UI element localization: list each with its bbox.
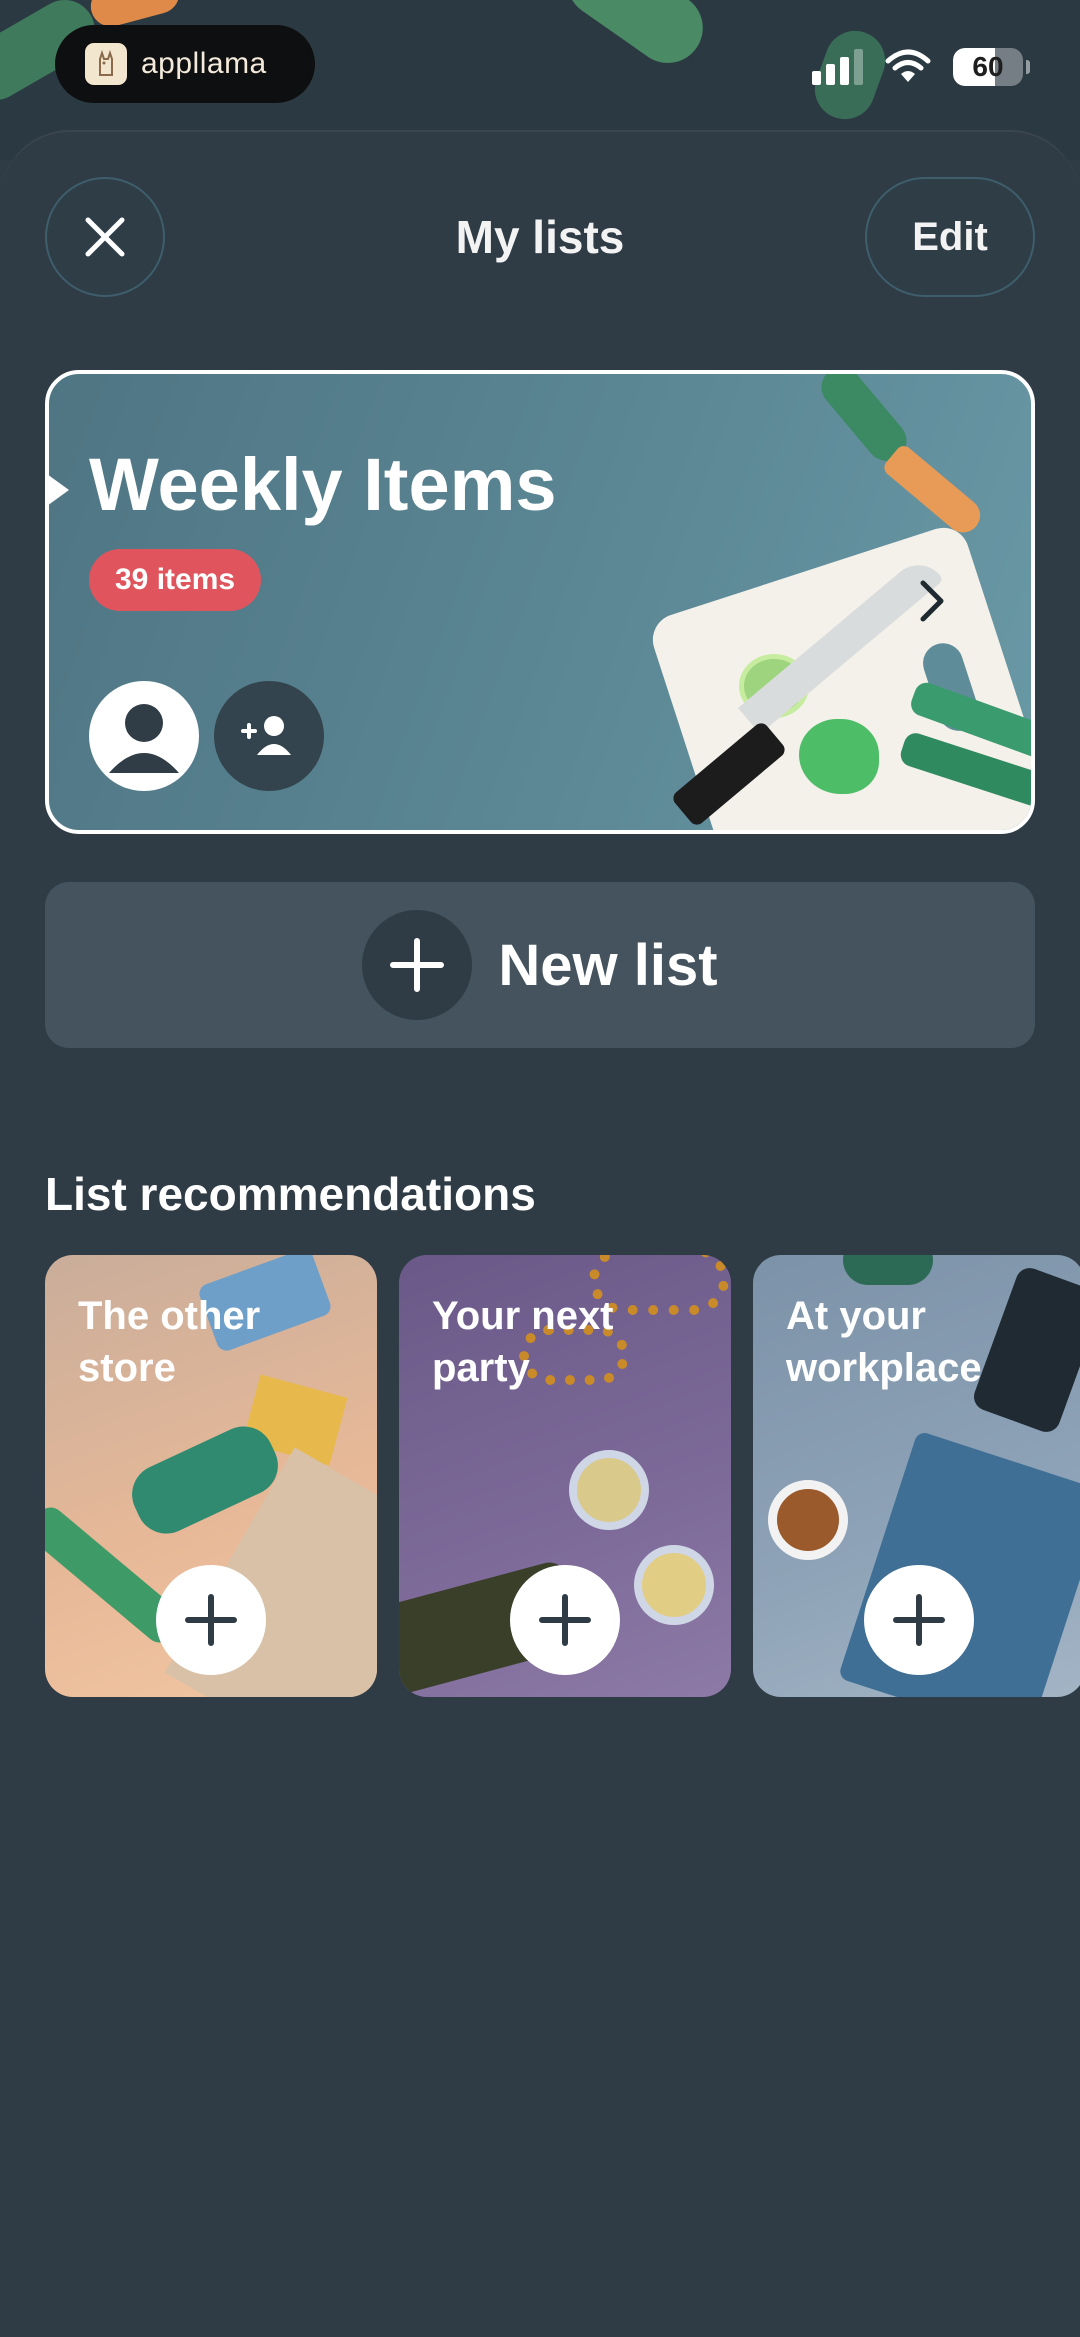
plus-icon — [539, 1594, 591, 1646]
add-recommendation-button[interactable] — [864, 1565, 974, 1675]
leek-illustration — [553, 0, 717, 77]
recommendation-card-next-party[interactable]: Your next party — [399, 1255, 731, 1697]
status-icons: 60 — [812, 48, 1030, 86]
carrot-illustration — [880, 442, 988, 540]
appllama-logo-icon — [85, 43, 127, 85]
plus-icon — [185, 1594, 237, 1646]
battery-icon: 60 — [953, 48, 1023, 86]
island-app-name: appllama — [141, 47, 267, 80]
app-screen: appllama 60 My lists Edit Weekly Items 3… — [0, 0, 1080, 2337]
glass-illustration — [634, 1545, 714, 1625]
new-list-button[interactable]: New list — [45, 882, 1035, 1048]
coffee-cup-illustration — [768, 1480, 848, 1560]
plus-icon-container — [362, 910, 473, 1020]
list-card-weekly-items[interactable]: Weekly Items 39 items — [45, 370, 1035, 834]
add-member-button[interactable] — [214, 681, 324, 791]
add-person-icon — [241, 716, 291, 755]
recommendation-title: The other store — [78, 1294, 261, 1390]
cellular-signal-icon — [812, 49, 863, 85]
recommendation-card-workplace[interactable]: At your workplace — [753, 1255, 1080, 1697]
list-title: Weekly Items — [89, 443, 557, 526]
lists-sheet: My lists Edit Weekly Items 39 items New … — [0, 130, 1080, 2337]
new-list-label: New list — [498, 932, 718, 998]
avatar[interactable] — [89, 681, 199, 791]
sheet-header: My lists Edit — [0, 177, 1080, 297]
dynamic-island[interactable]: appllama — [55, 25, 315, 103]
plus-icon — [893, 1594, 945, 1646]
item-count-badge: 39 items — [89, 549, 262, 611]
chevron-right-icon — [920, 580, 944, 622]
recommendation-title: Your next party — [432, 1294, 614, 1390]
selected-indicator — [49, 474, 69, 506]
add-recommendation-button[interactable] — [510, 1565, 620, 1675]
glass-illustration — [569, 1450, 649, 1530]
recommendations-heading: List recommendations — [45, 1168, 536, 1220]
recommendation-title: At your workplace — [786, 1294, 982, 1390]
recommendations-carousel[interactable]: The other store Your next party At your … — [45, 1255, 1080, 1697]
lime-illustration — [799, 719, 879, 794]
user-avatar-icon — [109, 704, 179, 773]
edit-button[interactable]: Edit — [865, 177, 1035, 297]
plus-icon — [390, 938, 445, 992]
add-recommendation-button[interactable] — [156, 1565, 266, 1675]
recommendation-card-other-store[interactable]: The other store — [45, 1255, 377, 1697]
battery-level: 60 — [972, 51, 1004, 82]
wifi-icon — [885, 49, 931, 82]
plant-illustration — [843, 1255, 933, 1285]
